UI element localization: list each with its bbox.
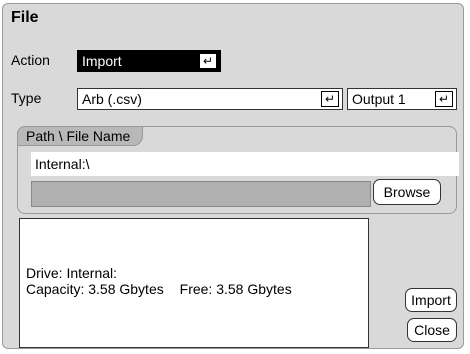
enter-icon[interactable]: ↵	[199, 53, 217, 69]
dialog-title: File	[11, 9, 39, 26]
browse-button[interactable]: Browse	[373, 179, 441, 205]
import-button[interactable]: Import	[405, 288, 457, 312]
output-dropdown[interactable]: Output 1 ↵	[347, 88, 457, 110]
enter-icon[interactable]: ↵	[435, 91, 453, 107]
action-value: Import	[82, 53, 122, 69]
file-dialog: File Action Import ↵ Type Arb (.csv) ↵ O…	[2, 3, 464, 349]
action-dropdown[interactable]: Import ↵	[77, 50, 221, 72]
path-group-label: Path \ File Name	[17, 126, 144, 146]
type-label: Type	[11, 90, 42, 106]
close-button[interactable]: Close	[407, 318, 457, 342]
free-value: Free: 3.58 Gbytes	[179, 281, 292, 297]
drive-text: Drive: Internal:	[26, 265, 118, 281]
type-value: Arb (.csv)	[82, 91, 142, 107]
capacity-value: Capacity: 3.58 Gbytes	[26, 281, 164, 297]
filename-field[interactable]	[31, 181, 371, 207]
path-value: Internal:\	[35, 156, 90, 172]
type-dropdown[interactable]: Arb (.csv) ↵	[77, 88, 343, 110]
output-value: Output 1	[352, 91, 406, 107]
enter-icon[interactable]: ↵	[321, 91, 339, 107]
drive-info-panel: Drive: Internal: Capacity: 3.58 Gbytes F…	[19, 218, 369, 348]
path-field[interactable]: Internal:\	[31, 152, 459, 176]
capacity-text: Capacity: 3.58 Gbytes Free: 3.58 Gbytes	[26, 281, 292, 297]
action-label: Action	[11, 52, 50, 68]
